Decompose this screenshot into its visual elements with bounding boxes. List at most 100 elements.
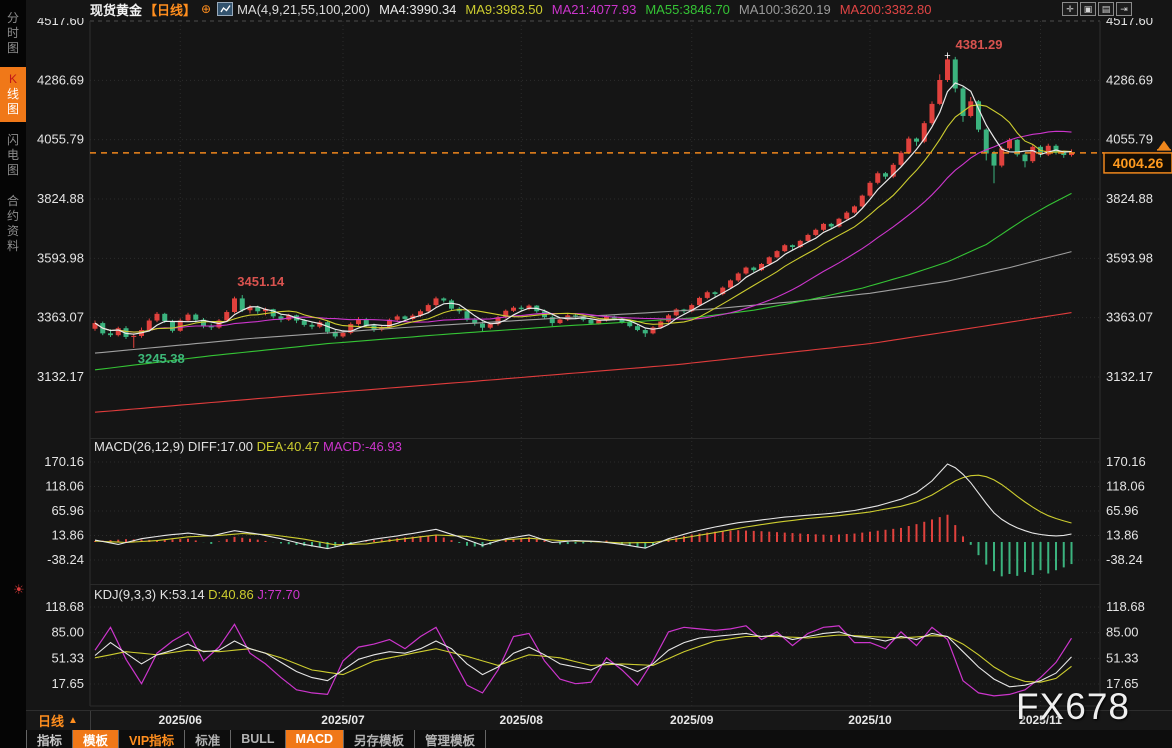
price-axis-label: 3132.17 — [37, 369, 84, 384]
macd-axis-label: 65.96 — [51, 503, 84, 518]
macd-axis-label: -38.24 — [1106, 552, 1143, 567]
x-axis-row: 日线 ▲ 2025/06 2025/07 2025/08 2025/09 2025/10… — [26, 710, 1172, 730]
sidebar-tab-char: 合 — [0, 194, 26, 209]
pan-right-icon[interactable]: ▤ — [1098, 2, 1114, 16]
macd-axis-label: 13.86 — [1106, 527, 1139, 542]
x-axis-label: 2025/11 — [1019, 713, 1062, 727]
x-axis-label: 2025/10 — [848, 713, 891, 727]
sidebar-tab-char: K — [0, 72, 26, 87]
sidebar-tab-char: 图 — [0, 41, 26, 56]
ma-value-label: MA21:4077.93 — [552, 2, 637, 17]
instrument-title: 现货黄金 — [90, 0, 142, 19]
macd-axis-label: -38.24 — [47, 552, 84, 567]
sidebar-tab-char: 图 — [0, 163, 26, 178]
ma-values: MA4:3990.34 MA9:3983.50 MA21:4077.93 MA55:3… — [370, 2, 931, 17]
fit-range-icon[interactable]: ▣ — [1080, 2, 1096, 16]
kdj-axis-label: 17.65 — [1106, 676, 1139, 691]
indicator-burst-icon[interactable]: ☀ — [13, 582, 25, 598]
price-annotation: 4381.29 — [956, 37, 1003, 52]
price-axis-label: 3363.07 — [37, 310, 84, 325]
last-price-value: 4004.26 — [1113, 155, 1164, 171]
kdj-axis-label: 118.68 — [45, 599, 84, 614]
sidebar-tab-char: 资 — [0, 224, 26, 239]
price-axis-label: 4055.79 — [37, 132, 84, 147]
bottom-toolbar: 指标模板VIP指标标准BULLMACD另存模板管理模板 — [26, 730, 1172, 748]
price-annotation: 3451.14 — [237, 274, 285, 289]
sidebar-tab-char: 电 — [0, 148, 26, 163]
sidebar-tab-char: 闪 — [0, 133, 26, 148]
macd-axis-label: 13.86 — [51, 527, 84, 542]
tab-contract-info[interactable]: 合约资料 — [0, 189, 26, 259]
ma-value-label: MA4:3990.34 — [379, 2, 456, 17]
price-axis-label: 4286.69 — [37, 72, 84, 87]
sidebar-tab-char: 时 — [0, 26, 26, 41]
x-axis-label: 2025/09 — [670, 713, 713, 727]
tab-template[interactable]: 模板 — [73, 730, 119, 748]
sidebar-tab-char: 分 — [0, 11, 26, 26]
kdj-axis-label: 118.68 — [1106, 599, 1145, 614]
ma-value-label: MA200:3382.80 — [840, 2, 932, 17]
tab-vip-indicator[interactable]: VIP指标 — [119, 730, 185, 748]
kdj-panel — [95, 624, 1072, 696]
kdj-header-label: KDJ(9,3,3) K:53.14 D:40.86 J:77.70 — [94, 587, 300, 602]
price-axis-label: 3824.88 — [1106, 191, 1153, 206]
macd-axis-label: 118.06 — [45, 478, 84, 493]
price-axis-label: 3363.07 — [1106, 310, 1153, 325]
peak-marker: + — [944, 50, 950, 62]
sidebar-tab-char: 料 — [0, 239, 26, 254]
header-icon-group: ✛▣▤⇥ — [1062, 2, 1132, 16]
price-axis-label: 4286.69 — [1106, 72, 1153, 87]
period-tag[interactable]: 【日线】 — [144, 0, 196, 19]
tab-kline-chart[interactable]: K线图 — [0, 67, 26, 122]
ma-value-label: MA55:3846.70 — [645, 2, 730, 17]
x-axis-label: 2025/07 — [321, 713, 364, 727]
chart-canvas[interactable]: 4517.60 4517.60 4286.69 4286.69 4055.79 4055.… — [26, 18, 1172, 710]
price-axis-label: 4517.60 — [1106, 18, 1153, 28]
macd-axis-label: 65.96 — [1106, 503, 1139, 518]
sidebar-tab-char: 线 — [0, 87, 26, 102]
ma-value-label: MA100:3620.19 — [739, 2, 831, 17]
tab-manage-template[interactable]: 管理模板 — [415, 730, 486, 748]
macd-axis-label: 170.16 — [44, 454, 84, 469]
price-alert-icon[interactable] — [1157, 142, 1171, 150]
kdj-axis-label: 51.33 — [51, 650, 84, 665]
crosshair-icon[interactable]: ✛ — [1062, 2, 1078, 16]
ma-value-label: MA9:3983.50 — [465, 2, 542, 17]
add-compare-icon[interactable]: ⊕ — [201, 2, 211, 16]
price-axis-label: 3132.17 — [1106, 369, 1153, 384]
x-axis-label: 2025/06 — [159, 713, 202, 727]
ma-settings-label: MA(4,9,21,55,100,200) — [237, 2, 370, 17]
macd-panel — [95, 464, 1072, 576]
tab-macd[interactable]: MACD — [286, 730, 345, 748]
macd-axis-label: 170.16 — [1106, 454, 1146, 469]
up-arrow-icon: ▲ — [68, 715, 78, 726]
x-axis-label: 2025/08 — [500, 713, 543, 727]
collapse-panel-icon[interactable]: ⇥ — [1116, 2, 1132, 16]
left-sidebar: 分时图K线图闪电图合约资料 — [0, 0, 26, 748]
macd-header-label: MACD(26,12,9) DIFF:17.00 DEA:40.47 MACD:… — [94, 439, 402, 454]
price-axis-label: 3824.88 — [37, 191, 84, 206]
sidebar-tab-char: 约 — [0, 209, 26, 224]
price-axis-label: 3593.98 — [1106, 250, 1153, 265]
candlestick-chart-icon[interactable] — [217, 2, 233, 16]
kdj-axis-label: 17.65 — [51, 676, 84, 691]
tab-bull[interactable]: BULL — [231, 730, 285, 748]
price-annotation: 3245.38 — [138, 351, 185, 366]
price-axis-label: 3593.98 — [37, 250, 84, 265]
tab-lightning-chart[interactable]: 闪电图 — [0, 128, 26, 183]
chart-header: 现货黄金 【日线】 ⊕ MA(4,9,21,55,100,200) MA4:39… — [26, 0, 1172, 18]
charting-app: 分时图K线图闪电图合约资料 现货黄金 【日线】 ⊕ MA(4,9,21,55,1… — [0, 0, 1172, 748]
price-axis-label: 4517.60 — [37, 18, 84, 28]
macd-axis-label: 118.06 — [1106, 478, 1145, 493]
kdj-axis-label: 85.00 — [1106, 625, 1139, 640]
tab-time-chart[interactable]: 分时图 — [0, 6, 26, 61]
kdj-axis-label: 85.00 — [51, 625, 84, 640]
kdj-axis-label: 51.33 — [1106, 650, 1139, 665]
price-axis-label: 4055.79 — [1106, 132, 1153, 147]
tab-standard[interactable]: 标准 — [185, 730, 231, 748]
candlestick-series — [93, 56, 1075, 412]
period-selector[interactable]: 日线 ▲ — [26, 711, 91, 730]
tab-save-template[interactable]: 另存模板 — [344, 730, 415, 748]
sidebar-tab-char: 图 — [0, 102, 26, 117]
tab-indicator[interactable]: 指标 — [26, 730, 73, 748]
